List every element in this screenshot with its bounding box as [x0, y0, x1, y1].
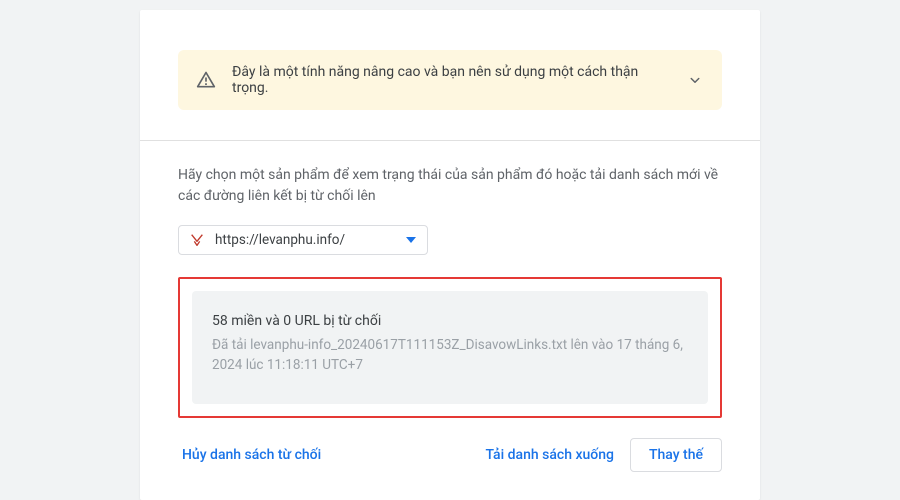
status-highlight-box: 58 miền và 0 URL bị từ chối Đã tải levan…: [178, 277, 722, 418]
property-selector[interactable]: https://levanphu.info/: [178, 225, 428, 255]
selected-site: https://levanphu.info/: [215, 232, 395, 248]
cancel-disavow-button[interactable]: Hủy danh sách từ chối: [178, 439, 325, 471]
warning-text: Đây là một tính năng nâng cao và bạn nên…: [232, 64, 670, 96]
warning-banner[interactable]: Đây là một tính năng nâng cao và bạn nên…: [178, 50, 722, 110]
status-panel: 58 miền và 0 URL bị từ chối Đã tải levan…: [192, 291, 708, 404]
action-row: Hủy danh sách từ chối Tải danh sách xuốn…: [178, 438, 722, 472]
caret-down-icon: [405, 235, 417, 245]
instruction-text: Hãy chọn một sản phẩm để xem trạng thái …: [178, 165, 722, 207]
warning-icon: [196, 70, 216, 90]
download-list-button[interactable]: Tải danh sách xuống: [481, 439, 618, 471]
disavow-card: Đây là một tính năng nâng cao và bạn nên…: [140, 10, 760, 500]
site-favicon-icon: [189, 232, 205, 248]
status-title: 58 miền và 0 URL bị từ chối: [212, 313, 688, 329]
replace-button[interactable]: Thay thế: [630, 438, 722, 472]
divider: [140, 140, 760, 141]
chevron-down-icon: [686, 71, 704, 89]
status-subtitle: Đã tải levanphu-info_20240617T111153Z_Di…: [212, 335, 688, 376]
